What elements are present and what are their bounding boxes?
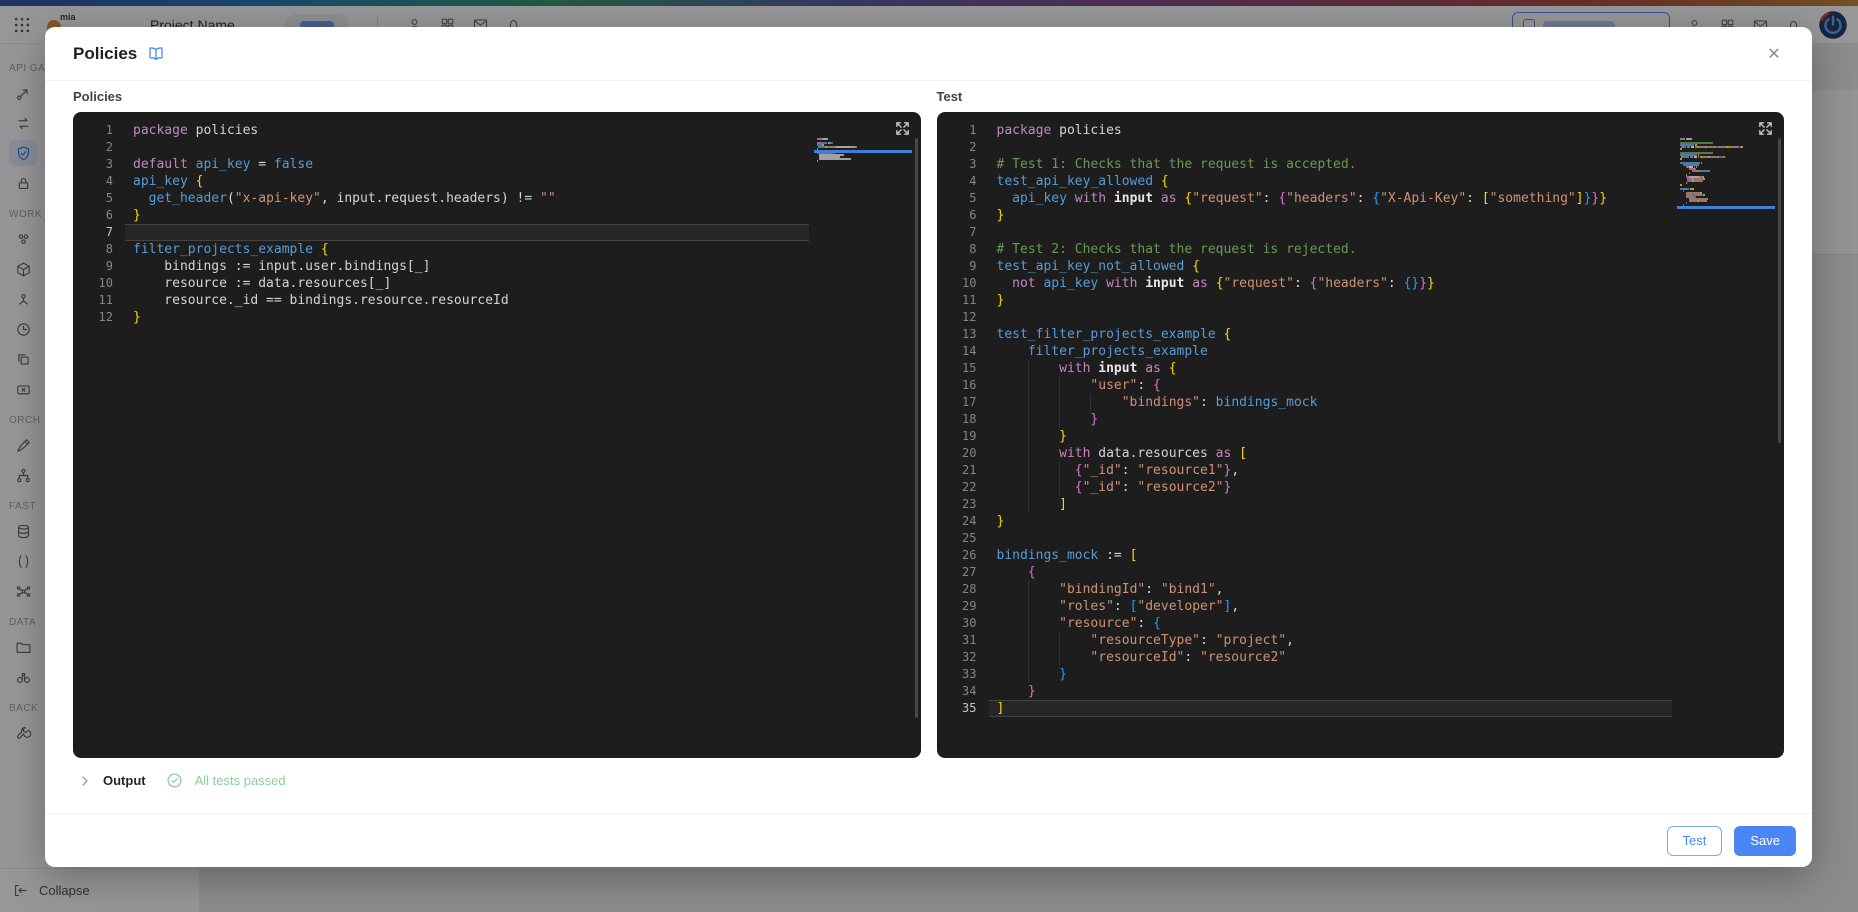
code-line: 6}: [73, 207, 921, 224]
minimap-cursor-line: [1677, 206, 1775, 209]
code-line: 13test_filter_projects_example {: [937, 326, 1785, 343]
code-line: 10 not api_key with input as {"request":…: [937, 275, 1785, 292]
close-icon[interactable]: ✕: [1760, 40, 1788, 68]
code-line: 9test_api_key_not_allowed {: [937, 258, 1785, 275]
code-line: 32 "resourceId": "resource2": [937, 649, 1785, 666]
code-line: 7: [937, 224, 1785, 241]
expand-icon[interactable]: [1757, 120, 1774, 137]
test-button[interactable]: Test: [1667, 826, 1723, 856]
output-row: Output All tests passed: [45, 758, 1812, 803]
save-button[interactable]: Save: [1734, 826, 1796, 856]
modal-body: Policies Test 1package policies23default…: [45, 81, 1812, 758]
code-line: 11}: [937, 292, 1785, 309]
code-line: 11 resource._id == bindings.resource.res…: [73, 292, 921, 309]
policies-modal: Policies ✕ Policies Test 1package polic: [45, 27, 1812, 867]
modal-footer: Test Save: [45, 813, 1812, 867]
scrollbar[interactable]: [915, 138, 918, 718]
code-line: 5 get_header("x-api-key", input.request.…: [73, 190, 921, 207]
code-line: 10 resource := data.resources[_]: [73, 275, 921, 292]
code-line: 29 "roles": ["developer"],: [937, 598, 1785, 615]
code-area: 1package policies23# Test 1: Checks that…: [937, 112, 1785, 717]
code-line: 3# Test 1: Checks that the request is ac…: [937, 156, 1785, 173]
code-line: 19 }: [937, 428, 1785, 445]
code-line: 12}: [73, 309, 921, 326]
code-line: 3default api_key = false: [73, 156, 921, 173]
check-circle-icon: [166, 772, 183, 789]
code-line: 4test_api_key_allowed {: [937, 173, 1785, 190]
code-line: 30 "resource": {: [937, 615, 1785, 632]
code-line: 22 {"_id": "resource2"}: [937, 479, 1785, 496]
code-line: 5 api_key with input as {"request": {"he…: [937, 190, 1785, 207]
code-line: 7: [73, 224, 921, 241]
code-line: 17 "bindings": bindings_mock: [937, 394, 1785, 411]
minimap-cursor-line: [814, 150, 912, 153]
code-line: 27 {: [937, 564, 1785, 581]
code-line: 14 filter_projects_example: [937, 343, 1785, 360]
modal-header: Policies ✕: [45, 27, 1812, 81]
modal-title: Policies: [73, 44, 137, 64]
code-line: 28 "bindingId": "bind1",: [937, 581, 1785, 598]
code-line: 15 with input as {: [937, 360, 1785, 377]
code-line: 34 }: [937, 683, 1785, 700]
code-line: 16 "user": {: [937, 377, 1785, 394]
expand-icon[interactable]: [894, 120, 911, 137]
code-line: 4api_key {: [73, 173, 921, 190]
right-panel-label: Test: [937, 89, 1785, 104]
code-line: 35]: [937, 700, 1785, 717]
code-line: 33 }: [937, 666, 1785, 683]
left-panel-label: Policies: [73, 89, 921, 104]
code-line: 1package policies: [73, 122, 921, 139]
code-line: 26bindings_mock := [: [937, 547, 1785, 564]
code-line: 23 ]: [937, 496, 1785, 513]
test-editor[interactable]: 1package policies23# Test 1: Checks that…: [937, 112, 1785, 758]
docs-book-icon[interactable]: [147, 45, 165, 63]
code-line: 8# Test 2: Checks that the request is re…: [937, 241, 1785, 258]
output-label[interactable]: Output: [103, 773, 146, 788]
code-line: 18 }: [937, 411, 1785, 428]
code-line: 6}: [937, 207, 1785, 224]
code-line: 2: [937, 139, 1785, 156]
code-line: 20 with data.resources as [: [937, 445, 1785, 462]
minimap[interactable]: [817, 138, 909, 162]
code-line: 12: [937, 309, 1785, 326]
code-line: 24}: [937, 513, 1785, 530]
code-line: 31 "resourceType": "project",: [937, 632, 1785, 649]
minimap[interactable]: [1680, 138, 1772, 208]
policy-editor[interactable]: 1package policies23default api_key = fal…: [73, 112, 921, 758]
code-line: 1package policies: [937, 122, 1785, 139]
code-line: 8filter_projects_example {: [73, 241, 921, 258]
code-line: 25: [937, 530, 1785, 547]
scrollbar[interactable]: [1778, 138, 1781, 443]
code-line: 2: [73, 139, 921, 156]
code-area: 1package policies23default api_key = fal…: [73, 112, 921, 326]
code-line: 9 bindings := input.user.bindings[_]: [73, 258, 921, 275]
chevron-right-icon[interactable]: [79, 775, 91, 787]
code-line: 21 {"_id": "resource1"},: [937, 462, 1785, 479]
output-status: All tests passed: [195, 773, 286, 788]
